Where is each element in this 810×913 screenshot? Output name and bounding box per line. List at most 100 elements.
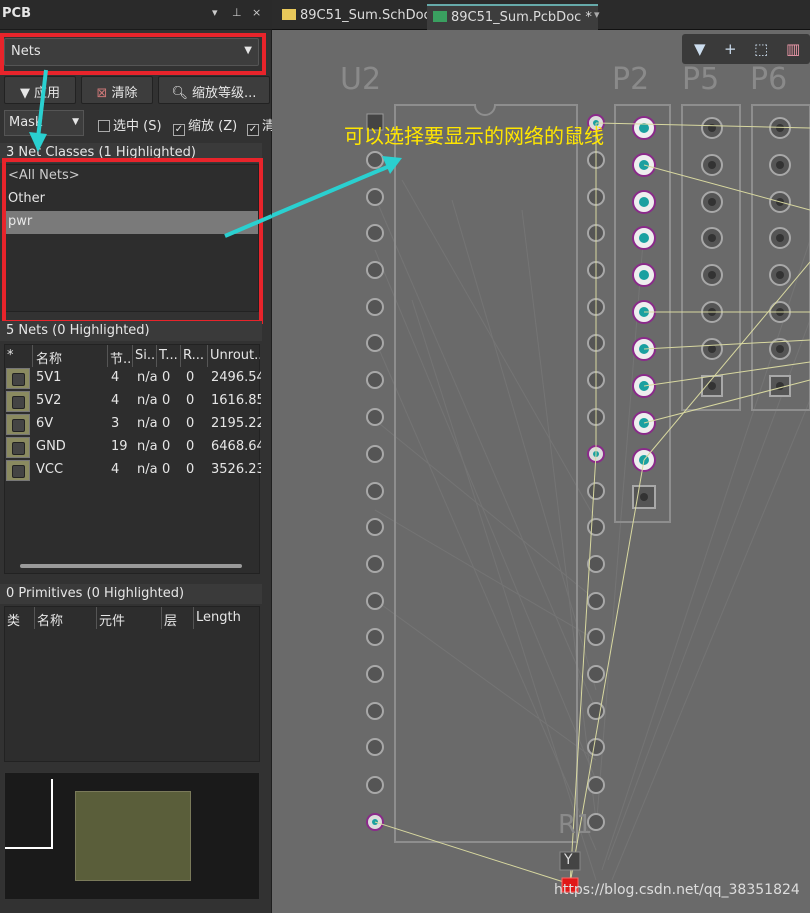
net-unrouted: 3526.23 xyxy=(211,462,261,477)
net-si: n/a xyxy=(137,416,158,431)
net-color-swatch[interactable] xyxy=(6,414,30,435)
net-t: 0 xyxy=(162,462,171,477)
net-nodes: 19 xyxy=(111,439,128,454)
net-color-swatch[interactable] xyxy=(6,391,30,412)
minimap-board xyxy=(75,791,191,881)
col-name[interactable]: 名称 xyxy=(34,345,108,367)
net-nodes: 3 xyxy=(111,416,120,431)
zoom-checkbox-label: 缩放 (Z) xyxy=(188,119,238,134)
label-p5: P5 xyxy=(682,62,720,97)
clear-button-label: 清除 xyxy=(111,86,138,101)
checkbox-box xyxy=(98,120,110,132)
table-row[interactable]: VCC 4 n/a 0 0 3526.23 xyxy=(4,459,261,482)
net-t: 0 xyxy=(162,393,171,408)
net-unrouted: 2496.54 xyxy=(211,370,261,385)
net-color-swatch[interactable] xyxy=(6,460,30,481)
col-t[interactable]: T... xyxy=(157,345,181,367)
filter-icon[interactable]: ▼ xyxy=(694,40,706,58)
chart-icon[interactable]: ▥ xyxy=(786,40,800,58)
net-name: VCC xyxy=(36,462,64,477)
board-minimap[interactable] xyxy=(4,772,260,900)
panel-titlebar: PCB ▾ ⊥ × xyxy=(0,0,272,30)
table-row[interactable]: 5V2 4 n/a 0 0 1616.85 xyxy=(4,390,261,413)
col-unrouted[interactable]: Unrout... xyxy=(208,345,260,367)
highlight-box-mode xyxy=(0,33,266,75)
net-name: GND xyxy=(36,439,66,454)
col-component[interactable]: 元件 xyxy=(97,607,162,629)
net-t: 0 xyxy=(162,439,171,454)
zoom-level-button[interactable]: 🔍︎ 缩放等级... xyxy=(158,76,270,104)
col-nodes[interactable]: 节... xyxy=(108,345,133,367)
checkbox-box: ✓ xyxy=(173,124,185,136)
table-row[interactable]: GND 19 n/a 0 0 6468.64 xyxy=(4,436,261,459)
col-type[interactable]: 类 xyxy=(5,607,35,629)
clear-button[interactable]: ⊠ 清除 xyxy=(81,76,153,104)
mask-dropdown[interactable]: Mask ▼ xyxy=(4,110,84,136)
zoom-level-label: 缩放等级... xyxy=(192,86,257,101)
annotation-text: 可以选择要显示的网络的鼠线 xyxy=(344,124,604,148)
filter-icon: ▼ xyxy=(19,86,30,101)
select-checkbox-label: 选中 (S) xyxy=(113,119,162,134)
label-p2: P2 xyxy=(612,62,650,97)
magnifier-icon: 🔍︎ xyxy=(171,86,189,101)
net-unrouted: 1616.85 xyxy=(211,393,261,408)
minimap-viewport xyxy=(5,779,53,849)
checkbox-box: ✓ xyxy=(247,124,259,136)
nets-hscrollbar[interactable] xyxy=(8,561,256,571)
select-rect-icon[interactable]: ⬚ xyxy=(754,40,768,58)
col-star[interactable]: * xyxy=(5,345,33,367)
net-nodes: 4 xyxy=(111,393,120,408)
col-prim-name[interactable]: 名称 xyxy=(35,607,97,629)
p5-outline xyxy=(681,104,741,411)
p5-p6-pads xyxy=(701,117,791,397)
panel-title: PCB xyxy=(2,6,31,21)
primitives-table xyxy=(4,606,260,762)
col-r[interactable]: R... xyxy=(181,345,208,367)
r1-value: Y xyxy=(564,852,573,868)
col-layer[interactable]: 层 xyxy=(162,607,194,629)
primitives-header: 0 Primitives (0 Highlighted) xyxy=(0,584,262,604)
net-unrouted: 6468.64 xyxy=(211,439,261,454)
plus-icon[interactable]: + xyxy=(724,40,737,58)
label-r1: R1 xyxy=(558,810,593,840)
apply-button[interactable]: ▼ 应用 xyxy=(4,76,76,104)
net-si: n/a xyxy=(137,462,158,477)
net-name: 5V2 xyxy=(36,393,62,408)
p6-outline xyxy=(751,104,810,411)
net-r: 0 xyxy=(186,370,195,385)
clear-checkbox[interactable]: ✓ 清 xyxy=(247,115,272,136)
net-name: 6V xyxy=(36,416,54,431)
clear-filter-icon: ⊠ xyxy=(96,86,108,101)
highlight-box-classes xyxy=(2,158,263,324)
net-si: n/a xyxy=(137,370,158,385)
label-u2: U2 xyxy=(340,62,382,97)
panel-menu-icon[interactable]: ▾ xyxy=(212,6,218,19)
net-color-swatch[interactable] xyxy=(6,437,30,458)
nets-header: 5 Nets (0 Highlighted) xyxy=(0,321,262,341)
pcb-editor[interactable]: 89C51_Sum.SchDoc 89C51_Sum.PcbDoc * ▾ ▼ … xyxy=(272,0,810,913)
net-r: 0 xyxy=(186,416,195,431)
table-row[interactable]: 5V1 4 n/a 0 0 2496.54 xyxy=(4,367,261,390)
apply-button-label: 应用 xyxy=(33,86,60,101)
net-si: n/a xyxy=(137,439,158,454)
net-nodes: 4 xyxy=(111,370,120,385)
close-icon[interactable]: × xyxy=(252,6,261,19)
col-length[interactable]: Length xyxy=(194,607,258,629)
label-p6: P6 xyxy=(750,62,788,97)
net-r: 0 xyxy=(186,462,195,477)
net-t: 0 xyxy=(162,370,171,385)
net-r: 0 xyxy=(186,393,195,408)
mask-dropdown-value: Mask xyxy=(9,115,43,130)
u2-left-pads xyxy=(366,113,384,831)
net-color-swatch[interactable] xyxy=(6,368,30,389)
pin-icon[interactable]: ⊥ xyxy=(232,6,242,19)
clear-checkbox-label: 清 xyxy=(262,119,272,134)
net-name: 5V1 xyxy=(36,370,62,385)
table-row[interactable]: 6V 3 n/a 0 0 2195.22 xyxy=(4,413,261,436)
zoom-checkbox[interactable]: ✓ 缩放 (Z) xyxy=(173,115,237,136)
select-checkbox[interactable]: 选中 (S) xyxy=(98,115,162,134)
net-unrouted: 2195.22 xyxy=(211,416,261,431)
chevron-down-icon: ▼ xyxy=(72,117,79,127)
col-si[interactable]: Si... xyxy=(133,345,157,367)
net-t: 0 xyxy=(162,416,171,431)
